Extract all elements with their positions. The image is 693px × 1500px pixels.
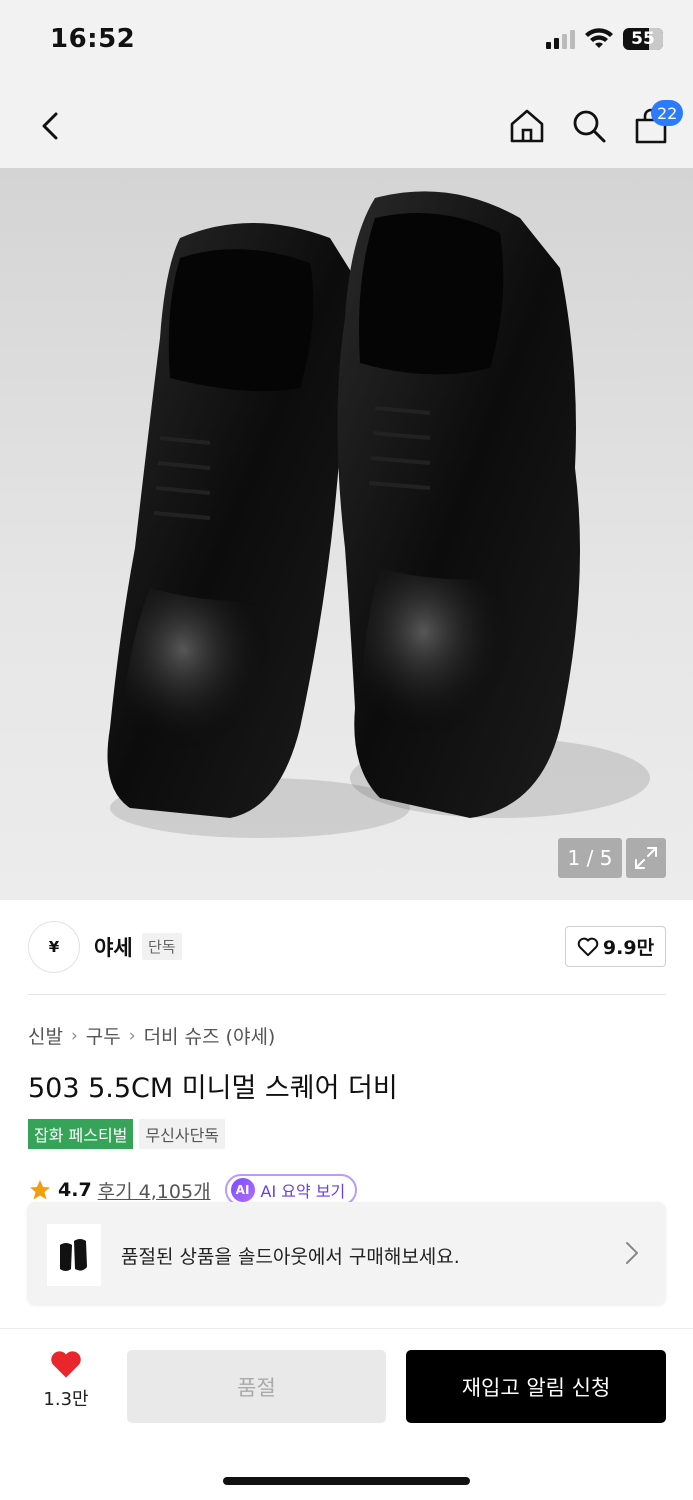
status-bar: 16:52 55 <box>0 0 693 84</box>
star-icon <box>30 1180 50 1200</box>
wifi-icon <box>585 28 613 48</box>
chevron-right-icon: › <box>70 1025 78 1046</box>
breadcrumb: 신발 › 구두 › 더비 슈즈 (야세) <box>28 1022 275 1049</box>
product-image <box>107 191 650 838</box>
heart-outline-icon <box>577 937 599 956</box>
product-tags: 잡화 페스티벌 무신사단독 <box>28 1119 226 1149</box>
shoe-thumbnail-icon <box>60 1239 87 1271</box>
expand-icon <box>635 847 657 869</box>
cart-count-badge: 22 <box>651 100 684 126</box>
wishlist-count: 1.3만 <box>43 1389 89 1410</box>
battery-icon: 55 <box>623 28 663 50</box>
heart-filled-icon <box>51 1351 81 1378</box>
brand-row: ¥ 야세 단독 9.9만 <box>0 900 693 994</box>
home-indicator <box>223 1477 470 1485</box>
soldout-button[interactable]: 품절 <box>127 1350 386 1423</box>
bottom-action-bar: 1.3만 품절 재입고 알림 신청 <box>0 1328 693 1500</box>
review-link[interactable]: 후기 4,105개 <box>98 1177 211 1204</box>
nav-actions: 22 <box>507 100 684 146</box>
exclusive-tag: 무신사단독 <box>139 1119 226 1149</box>
brand-exclusive-tag: 단독 <box>142 933 182 960</box>
product-image-gallery[interactable] <box>0 168 693 900</box>
festival-tag: 잡화 페스티벌 <box>28 1119 134 1149</box>
ai-icon: AI <box>230 1178 255 1202</box>
image-counter: 1 / 5 <box>558 838 622 878</box>
chevron-right-icon <box>626 1242 638 1264</box>
brand-like-button[interactable]: 9.9만 <box>565 926 666 967</box>
expand-button[interactable] <box>626 838 666 878</box>
divider <box>28 994 666 995</box>
banner-thumbnail <box>47 1224 101 1286</box>
breadcrumb-item[interactable]: 신발 <box>28 1022 63 1049</box>
ai-summary-label: AI 요약 보기 <box>260 1182 346 1201</box>
wishlist-button[interactable]: 1.3만 <box>30 1349 102 1411</box>
banner-text: 품절된 상품을 솔드아웃에서 구매해보세요. <box>121 1246 460 1268</box>
soldout-banner[interactable]: 품절된 상품을 솔드아웃에서 구매해보세요. <box>27 1202 666 1305</box>
battery-level: 55 <box>631 29 655 49</box>
search-icon[interactable] <box>569 106 609 146</box>
back-icon[interactable] <box>32 106 72 146</box>
restock-alert-button[interactable]: 재입고 알림 신청 <box>406 1350 666 1423</box>
cart-button[interactable]: 22 <box>631 100 684 146</box>
signal-icon <box>546 29 575 49</box>
status-time: 16:52 <box>50 24 136 54</box>
brand-like-count: 9.9만 <box>602 937 655 959</box>
breadcrumb-item[interactable]: 더비 슈즈 (야세) <box>144 1022 276 1049</box>
chevron-right-icon: › <box>128 1025 136 1046</box>
rating-score: 4.7 <box>58 1179 92 1201</box>
breadcrumb-item[interactable]: 구두 <box>86 1022 121 1049</box>
top-nav-bar: 22 <box>0 84 693 168</box>
product-title: 503 5.5CM 미니멀 스퀘어 더비 <box>28 1073 398 1104</box>
brand-logo[interactable]: ¥ <box>28 921 80 973</box>
status-icons: 55 <box>546 28 663 50</box>
brand-name[interactable]: 야세 <box>94 932 133 962</box>
home-icon[interactable] <box>507 106 547 146</box>
